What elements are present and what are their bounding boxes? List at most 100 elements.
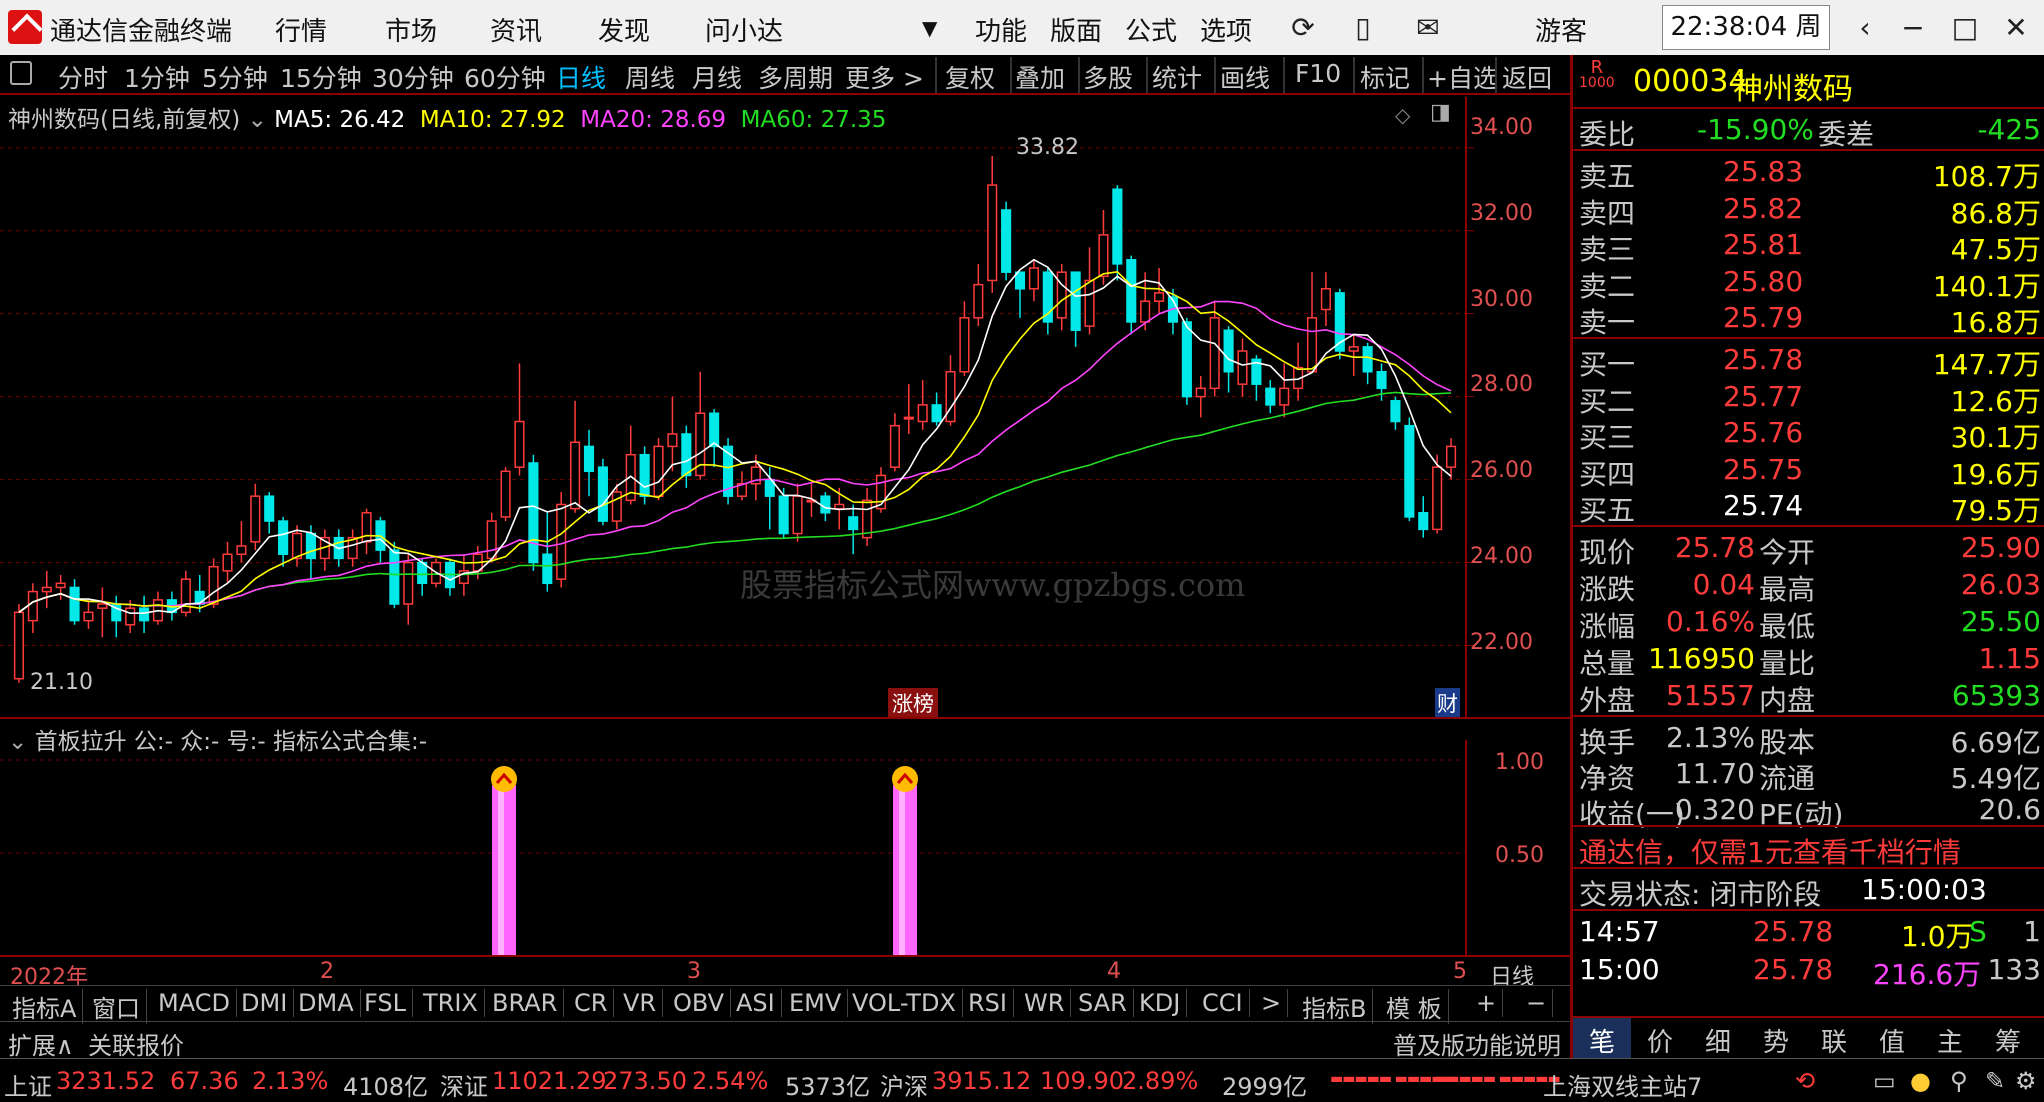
menu-xuanxiang[interactable]: 选项	[1200, 11, 1252, 48]
stock-name[interactable]: 神州数码	[1733, 64, 1853, 108]
menu-wenxiaoda[interactable]: 问小达	[705, 11, 783, 48]
window-icon[interactable]: ▭	[1873, 1067, 1896, 1095]
tab-asi[interactable]: ASI	[730, 989, 782, 1017]
search-icon[interactable]: ⚲	[1950, 1067, 1968, 1095]
tab-xi[interactable]: 细	[1705, 1022, 1731, 1059]
expand-button[interactable]: 扩展∧	[8, 1026, 74, 1061]
draw-button[interactable]: 画线	[1220, 59, 1270, 95]
menu-shichang[interactable]: 市场	[385, 11, 437, 48]
finance-badge[interactable]: 财	[1435, 688, 1460, 718]
tab-dma[interactable]: DMA	[292, 989, 361, 1017]
stock-code[interactable]: 000034	[1633, 64, 1748, 99]
return-button[interactable]: 返回	[1502, 59, 1552, 95]
lock-icon[interactable]: ●	[1910, 1067, 1931, 1095]
indicator-chart[interactable]	[0, 740, 1570, 955]
bid-row[interactable]: 买二 25.77 12.6万	[1573, 378, 2044, 418]
ask-row[interactable]: 卖三 25.81 47.5万	[1573, 226, 2044, 266]
tab-cci[interactable]: CCI	[1196, 989, 1250, 1017]
fuquan-button[interactable]: 复权	[945, 59, 995, 95]
close-icon[interactable]: ✕	[1996, 8, 2036, 48]
tab-dmi[interactable]: DMI	[235, 989, 295, 1017]
menu-banmian[interactable]: 版面	[1050, 11, 1102, 48]
tab-indicator-b[interactable]: 指标B	[1296, 989, 1374, 1024]
back-icon[interactable]: ‹	[1845, 8, 1885, 48]
settings-icon[interactable]: ⚙	[2015, 1067, 2037, 1095]
tab-more[interactable]: >	[1255, 989, 1289, 1017]
period-more[interactable]: 更多 >	[845, 59, 924, 95]
f10-button[interactable]: F10	[1295, 59, 1341, 88]
period-weekly[interactable]: 周线	[625, 59, 675, 95]
stats-button[interactable]: 统计	[1152, 59, 1202, 95]
tools-icon[interactable]: ✎	[1985, 1067, 2005, 1095]
period-15min[interactable]: 15分钟	[280, 59, 362, 95]
dropdown-arrow-icon[interactable]: ▼	[922, 16, 937, 40]
menu-zixun[interactable]: 资讯	[490, 11, 542, 48]
tab-lian[interactable]: 联	[1821, 1022, 1847, 1059]
tab-window[interactable]: 窗口	[86, 989, 147, 1024]
ask-row[interactable]: 卖一 25.79 16.8万	[1573, 299, 2044, 339]
panel-toggle-icon[interactable]	[10, 61, 32, 85]
ask-row[interactable]: 卖二 25.80 140.1万	[1573, 263, 2044, 303]
tab-trix[interactable]: TRIX	[417, 989, 485, 1017]
sh-label[interactable]: 上证	[4, 1067, 52, 1102]
ask-row[interactable]: 卖四 25.82 86.8万	[1573, 190, 2044, 230]
bid-row[interactable]: 买三 25.76 30.1万	[1573, 414, 2044, 454]
bid-row[interactable]: 买五 25.74 79.5万	[1573, 487, 2044, 527]
user-label[interactable]: 游客	[1535, 11, 1587, 48]
tab-emv[interactable]: EMV	[783, 989, 849, 1017]
hs-label[interactable]: 沪深	[880, 1067, 928, 1102]
refresh-icon[interactable]: ⟳	[1283, 8, 1323, 48]
phone-icon[interactable]: ▯	[1343, 8, 1383, 48]
menu-faxian[interactable]: 发现	[598, 11, 650, 48]
tab-rsi[interactable]: RSI	[962, 989, 1014, 1017]
tab-zhi[interactable]: 值	[1879, 1022, 1905, 1059]
tab-indicator-a[interactable]: 指标A	[6, 989, 84, 1024]
tab-chou[interactable]: 筹	[1995, 1022, 2021, 1059]
period-daily[interactable]: 日线	[556, 59, 606, 95]
tab-sar[interactable]: SAR	[1072, 989, 1134, 1017]
minimize-icon[interactable]: −	[1893, 8, 1933, 48]
station-name[interactable]: 上海双线主站7	[1543, 1067, 1702, 1102]
related-quote-button[interactable]: 关联报价	[88, 1026, 184, 1061]
maximize-icon[interactable]: □	[1945, 8, 1985, 48]
tab-cr[interactable]: CR	[568, 989, 615, 1017]
menu-gongneng[interactable]: 功能	[975, 11, 1027, 48]
menu-hangqing[interactable]: 行情	[275, 11, 327, 48]
tab-vr[interactable]: VR	[617, 989, 664, 1017]
tab-fsl[interactable]: FSL	[358, 989, 413, 1017]
bid-row[interactable]: 买四 25.75 19.6万	[1573, 451, 2044, 491]
tab-brar[interactable]: BRAR	[486, 989, 565, 1017]
promo-banner[interactable]: 通达信，仅需1元查看千档行情	[1579, 831, 1961, 871]
period-1min[interactable]: 1分钟	[124, 59, 190, 95]
period-60min[interactable]: 60分钟	[464, 59, 546, 95]
tab-kdj[interactable]: KDJ	[1133, 989, 1188, 1017]
period-monthly[interactable]: 月线	[692, 59, 742, 95]
mail-icon[interactable]: ✉	[1408, 8, 1448, 48]
tab-macd[interactable]: MACD	[152, 989, 237, 1017]
tab-shi[interactable]: 势	[1763, 1022, 1789, 1059]
bid-row[interactable]: 买一 25.78 147.7万	[1573, 341, 2044, 381]
remove-pane-button[interactable]: −	[1520, 989, 1554, 1017]
tab-obv[interactable]: OBV	[667, 989, 732, 1017]
tab-wr[interactable]: WR	[1018, 989, 1072, 1017]
sz-label[interactable]: 深证	[440, 1067, 488, 1102]
period-multi[interactable]: 多周期	[758, 59, 833, 95]
overlay-button[interactable]: 叠加	[1015, 59, 1065, 95]
zhangbang-badge[interactable]: 涨榜	[888, 688, 938, 718]
candlestick-chart[interactable]	[0, 97, 1570, 717]
tab-vol-tdx[interactable]: VOL-TDX	[846, 989, 963, 1017]
add-pane-button[interactable]: +	[1470, 989, 1504, 1017]
tab-jia[interactable]: 价	[1647, 1022, 1673, 1059]
tab-bi[interactable]: 笔	[1589, 1022, 1615, 1059]
multi-stock-button[interactable]: 多股	[1083, 59, 1133, 95]
tab-zhu[interactable]: 主	[1937, 1022, 1963, 1059]
menu-gongshi[interactable]: 公式	[1125, 11, 1177, 48]
period-30min[interactable]: 30分钟	[372, 59, 454, 95]
sync-icon[interactable]: ⟲	[1795, 1067, 1815, 1095]
mark-button[interactable]: 标记	[1360, 59, 1410, 95]
period-fenshi[interactable]: 分时	[58, 59, 108, 95]
add-watchlist-button[interactable]: +自选	[1427, 59, 1498, 95]
tab-template[interactable]: 模 板	[1380, 989, 1449, 1024]
help-link[interactable]: 普及版功能说明	[1393, 1026, 1561, 1061]
period-5min[interactable]: 5分钟	[202, 59, 268, 95]
